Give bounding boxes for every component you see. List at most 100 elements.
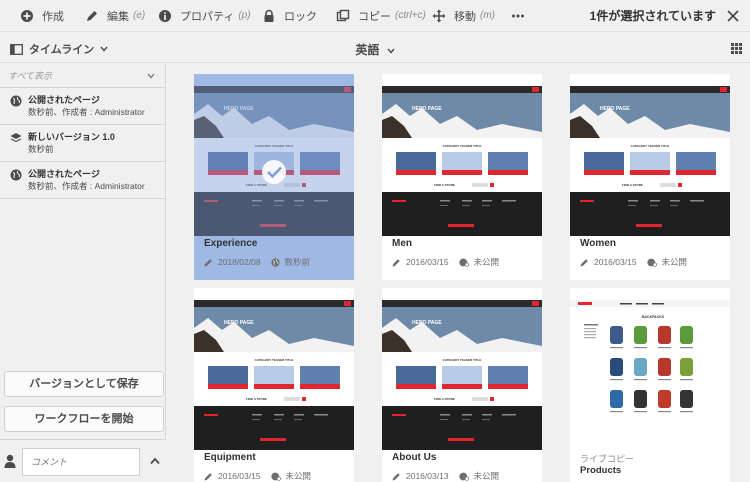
- card-modified-date: 2016/03/15: [218, 471, 261, 481]
- timeline-filter[interactable]: すべて表示: [0, 64, 165, 88]
- page-card[interactable]: HERO PAGE CATEGORY TEASER TITLE FIND A S…: [382, 74, 542, 280]
- timeline-entry[interactable]: 公開されたページ 数秒前、作成者 : Administrator: [0, 88, 165, 125]
- more-icon: [512, 14, 524, 17]
- close-icon[interactable]: [726, 9, 740, 23]
- comment-bar: [0, 439, 166, 482]
- chevron-down-icon: [387, 48, 395, 54]
- thumb-findstore-text: FIND A STORE: [246, 397, 267, 401]
- page-card[interactable]: HERO PAGE CATEGORY TEASER TITLE FIND A S…: [194, 74, 354, 280]
- pencil-icon: [204, 472, 212, 480]
- thumb-findstore-text: FIND A STORE: [434, 397, 455, 401]
- page-thumbnail: HERO PAGE CATEGORY TEASER TITLE FIND A S…: [382, 300, 542, 450]
- move-button[interactable]: 移動 (m): [432, 0, 495, 32]
- card-modified-date: 2016/03/13: [406, 471, 449, 481]
- card-meta: 2016/03/13 未公開: [392, 470, 509, 482]
- create-button[interactable]: 作成: [20, 0, 64, 32]
- edit-label: 編集: [107, 10, 129, 23]
- card-publish-status: 数秒前: [284, 257, 311, 267]
- card-title: Experience: [204, 238, 258, 249]
- card-grid: HERO PAGE CATEGORY TEASER TITLE FIND A S…: [166, 64, 750, 482]
- create-label: 作成: [42, 10, 64, 23]
- rail-panel-icon: [10, 43, 23, 55]
- thumb-teaser-text: CATEGORY TEASER TITLE: [443, 358, 482, 362]
- page-card[interactable]: HERO PAGE CATEGORY TEASER TITLE FIND A S…: [382, 288, 542, 482]
- rail-toggle-button[interactable]: タイムライン: [10, 41, 114, 57]
- unpublished-globe-icon: [646, 258, 657, 267]
- lock-icon: [264, 9, 274, 22]
- timeline-entry-detail: 数秒前、作成者 : Administrator: [28, 181, 145, 191]
- copy-label: コピー: [358, 10, 391, 23]
- page-thumbnail-image: HERO PAGE CATEGORY TEASER TITLE FIND A S…: [194, 300, 354, 450]
- comment-input[interactable]: [22, 448, 140, 476]
- copy-shortcut: (ctrl+c): [395, 10, 426, 21]
- unpublished-globe-icon: [458, 472, 469, 481]
- card-publish-status: 未公開: [285, 471, 312, 481]
- page-thumbnail: BACKPACKS: [570, 300, 730, 450]
- page-thumbnail: HERO PAGE CATEGORY TEASER TITLE FIND A S…: [194, 86, 354, 236]
- thumb-teaser-text: CATEGORY TEASER TITLE: [255, 358, 294, 362]
- timeline-entry[interactable]: 公開されたページ 数秒前、作成者 : Administrator: [0, 162, 165, 199]
- user-icon: [4, 454, 16, 468]
- more-button[interactable]: [511, 0, 525, 32]
- card-modified-date: 2016/03/15: [594, 257, 637, 267]
- page-card[interactable]: BACKPACKS ライブコピー Products: [570, 288, 730, 482]
- card-meta: 2016/03/15 未公開: [392, 256, 509, 268]
- copy-button[interactable]: コピー (ctrl+c): [336, 0, 426, 32]
- card-modified-date: 2018/02/08: [218, 257, 261, 267]
- card-publish-status: 未公開: [473, 471, 500, 481]
- thumb-teaser-text: CATEGORY TEASER TITLE: [443, 144, 482, 148]
- thumb-findstore-text: FIND A STORE: [434, 183, 455, 187]
- thumb-hero-text: HERO PAGE: [412, 106, 442, 112]
- card-meta: 2018/02/08 数秒前: [204, 256, 320, 268]
- save-version-button[interactable]: バージョンとして保存: [4, 371, 164, 397]
- thumb-products-header: BACKPACKS: [642, 315, 665, 319]
- layers-icon: [10, 133, 22, 143]
- card-view-icon[interactable]: [731, 43, 742, 54]
- card-title: About Us: [392, 452, 437, 463]
- edit-button[interactable]: 編集 (e): [85, 0, 145, 32]
- pencil-icon: [392, 472, 400, 480]
- properties-button[interactable]: プロパティ (p): [158, 0, 251, 32]
- breadcrumb-label: 英語: [355, 43, 380, 57]
- move-icon: [432, 9, 446, 22]
- sub-header: タイムライン 英語: [0, 33, 750, 63]
- plus-circle-icon: [21, 9, 33, 22]
- card-title: Equipment: [204, 452, 256, 463]
- action-bar: 作成 編集 (e) プロパティ (p) ロック コピー (ctrl+c) 移動 …: [0, 0, 750, 32]
- card-title: Products: [580, 465, 622, 476]
- properties-label: プロパティ: [180, 10, 235, 23]
- properties-shortcut: (p): [238, 10, 251, 21]
- card-publish-status: 未公開: [473, 257, 500, 267]
- move-label: 移動: [454, 10, 476, 23]
- card-meta: 2016/03/15 未公開: [580, 256, 697, 268]
- page-thumbnail: HERO PAGE CATEGORY TEASER TITLE FIND A S…: [382, 86, 542, 236]
- card-livecopy-label: ライブコピー: [580, 454, 635, 464]
- page-card[interactable]: HERO PAGE CATEGORY TEASER TITLE FIND A S…: [570, 74, 730, 280]
- page-thumbnail: HERO PAGE CATEGORY TEASER TITLE FIND A S…: [570, 86, 730, 236]
- chevron-up-icon[interactable]: [150, 457, 160, 465]
- pencil-icon: [392, 258, 400, 266]
- chevron-down-icon: [100, 46, 108, 52]
- page-card[interactable]: HERO PAGE CATEGORY TEASER TITLE FIND A S…: [194, 288, 354, 482]
- globe-icon: [10, 169, 22, 181]
- thumb-teaser-text: CATEGORY TEASER TITLE: [631, 144, 670, 148]
- pencil-icon: [87, 10, 97, 21]
- card-modified-date: 2016/03/15: [406, 257, 449, 267]
- globe-icon: [10, 95, 22, 107]
- lock-label: ロック: [284, 10, 317, 23]
- timeline-filter-label: すべて表示: [8, 71, 53, 81]
- lock-button[interactable]: ロック: [262, 0, 317, 32]
- move-shortcut: (m): [480, 10, 495, 21]
- breadcrumb-current[interactable]: 英語: [355, 43, 395, 57]
- start-workflow-button[interactable]: ワークフローを開始: [4, 406, 164, 432]
- rail-toggle-label: タイムライン: [29, 44, 95, 56]
- card-meta: 2016/03/15 未公開: [204, 470, 321, 482]
- page-thumbnail-image: HERO PAGE CATEGORY TEASER TITLE FIND A S…: [570, 86, 730, 236]
- timeline-entry[interactable]: 新しいバージョン 1.0 数秒前: [0, 125, 165, 162]
- thumb-hero-text: HERO PAGE: [224, 320, 254, 326]
- timeline-rail: すべて表示 公開されたページ 数秒前、作成者 : Administrator 新…: [0, 64, 166, 482]
- copy-icon: [336, 9, 350, 21]
- timeline-entry-title: 新しいバージョン 1.0: [28, 132, 115, 142]
- globe-icon: [270, 257, 280, 267]
- chevron-down-icon: [147, 73, 155, 78]
